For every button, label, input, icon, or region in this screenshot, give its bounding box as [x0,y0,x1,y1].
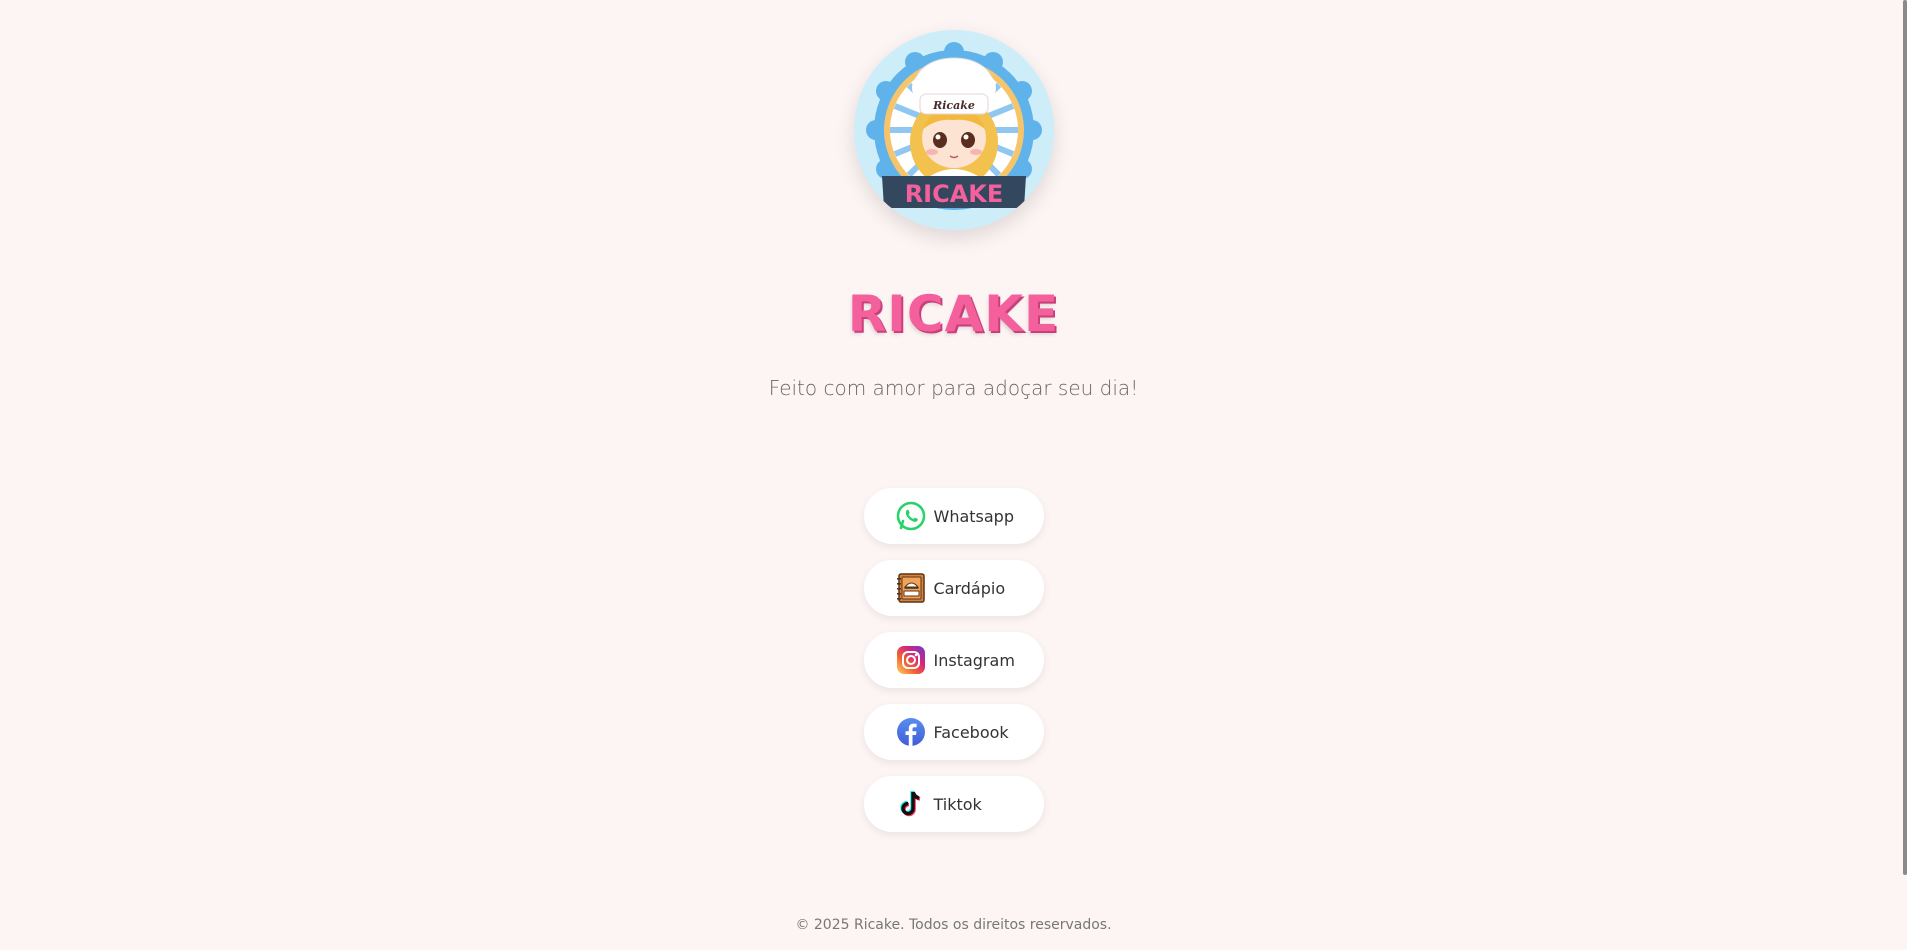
whatsapp-label: Whatsapp [933,506,1015,526]
brand-title: RICAKE [847,285,1060,343]
logo-banner-text: RICAKE [904,180,1003,208]
logo-hat-text: Ricake [932,99,975,112]
facebook-label: Facebook [933,722,1009,742]
tiktok-link-button[interactable]: Tiktok [863,776,1044,832]
page: Ricake RICAKE RICAKE Feito com amor para… [0,0,1907,950]
facebook-icon [896,717,926,747]
instagram-link-button[interactable]: Instagram [863,632,1044,688]
brand-subtitle: Feito com amor para adoçar seu dia! [768,376,1139,400]
brand-logo: Ricake RICAKE [853,30,1054,230]
whatsapp-icon [896,501,926,531]
tiktok-label: Tiktok [933,794,982,814]
chef-girl-logo-image: Ricake RICAKE [853,30,1054,230]
logo-container: Ricake RICAKE [0,30,1907,230]
footer: © 2025 Ricake. Todos os direitos reserva… [0,916,1907,934]
cardapio-label: Cardápio [933,578,1006,598]
instagram-icon [896,645,926,675]
link-list: Whatsapp Cardápio Instagram Facebook Tik… [0,488,1907,832]
instagram-label: Instagram [933,650,1015,670]
tiktok-icon [896,789,926,819]
cardapio-link-button[interactable]: Cardápio [863,560,1044,616]
menu-book-icon [896,573,926,603]
footer-copyright: © 2025 Ricake. Todos os direitos reserva… [795,917,1112,933]
title-container: RICAKE [0,282,1907,346]
whatsapp-link-button[interactable]: Whatsapp [863,488,1044,544]
subtitle-container: Feito com amor para adoçar seu dia! [0,376,1907,400]
facebook-link-button[interactable]: Facebook [863,704,1044,760]
